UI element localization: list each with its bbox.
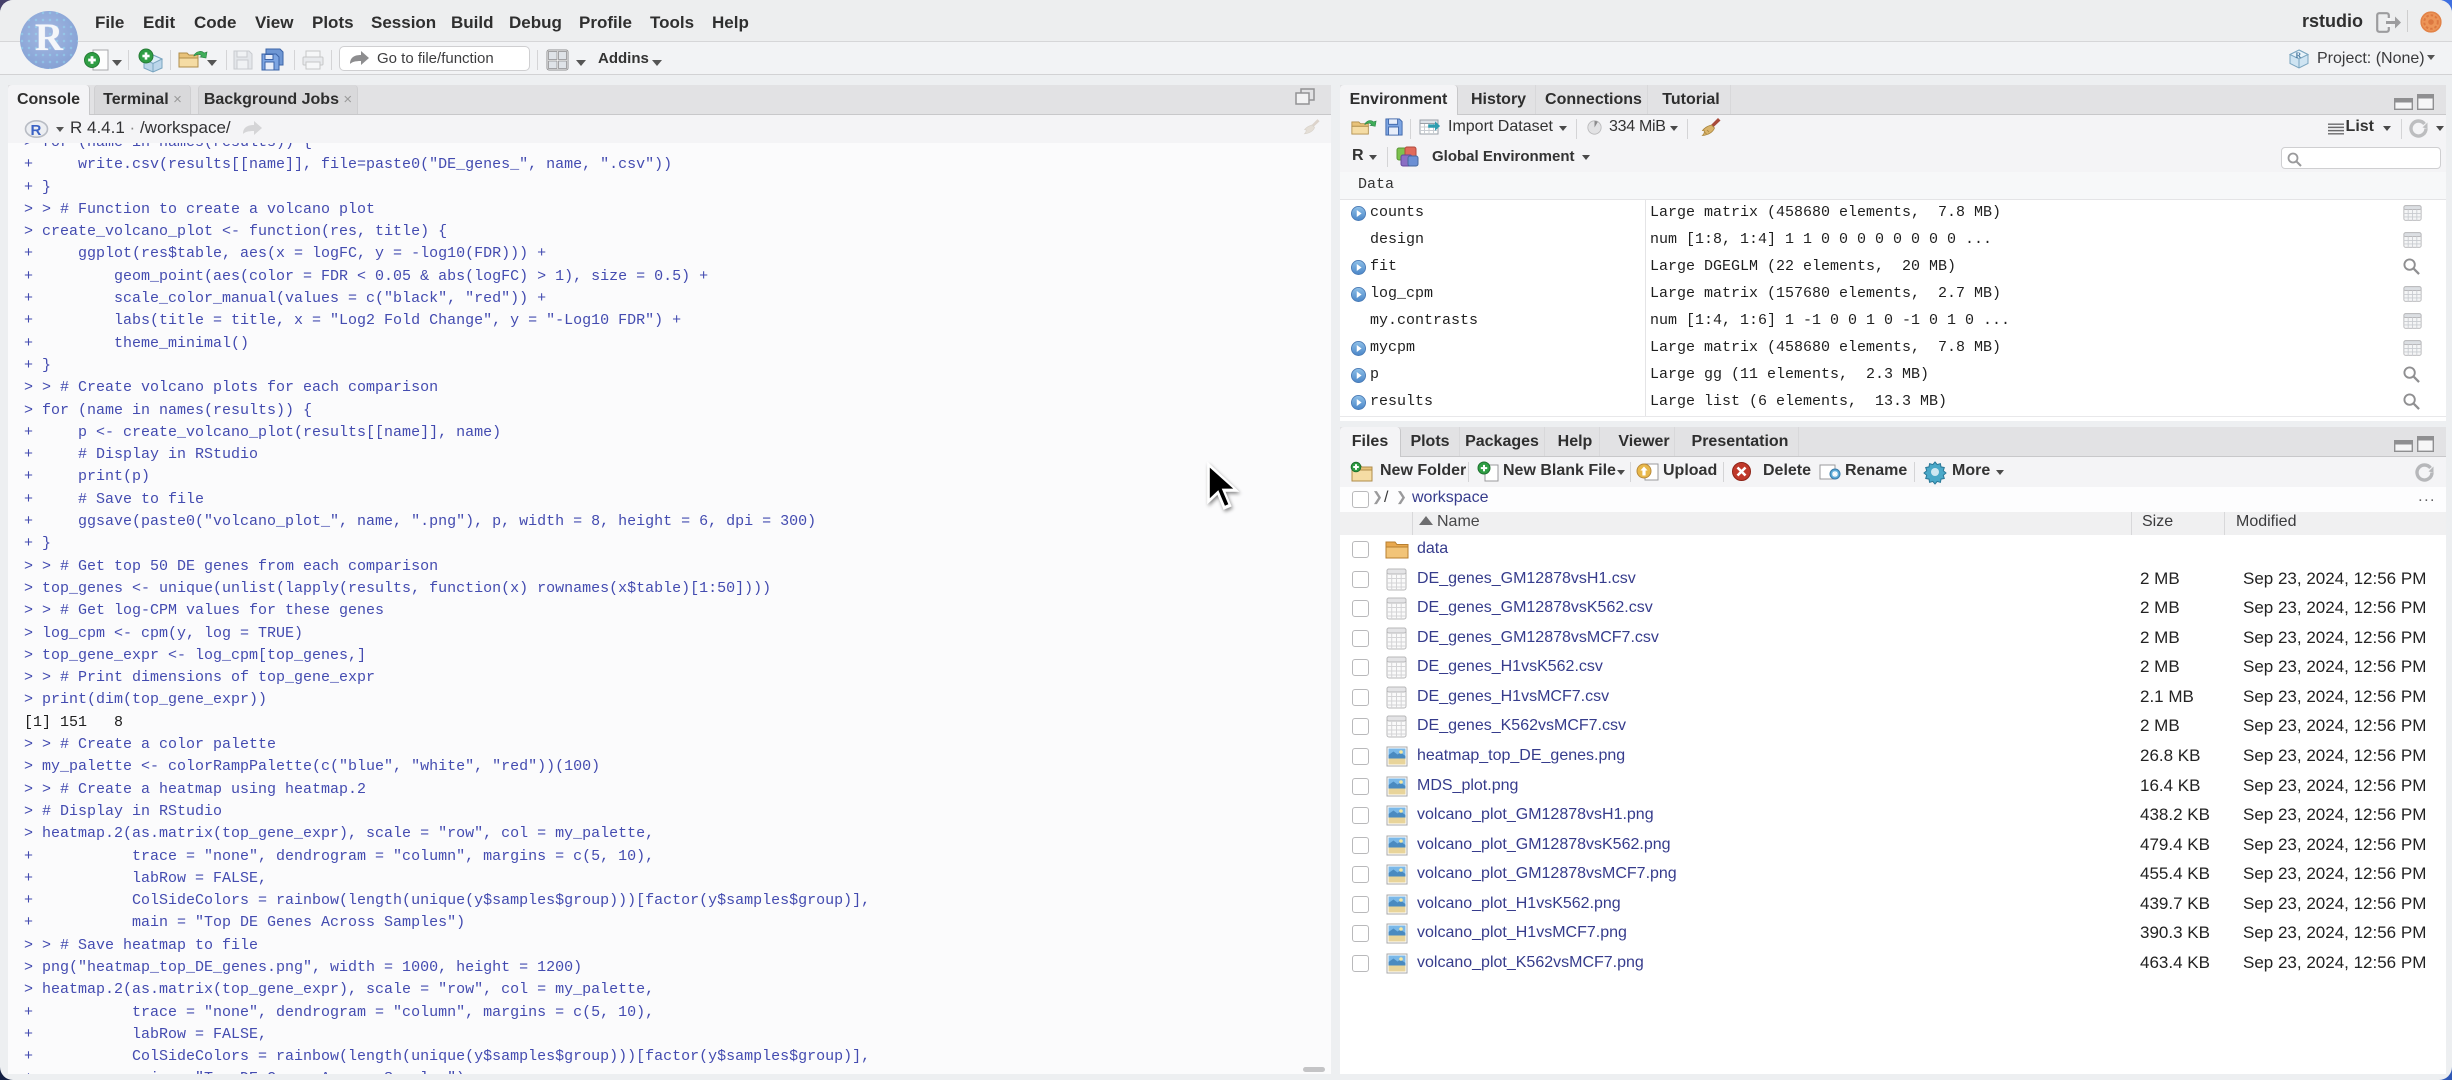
svg-text:R: R [31, 122, 42, 139]
svg-text:R: R [2296, 51, 2302, 60]
